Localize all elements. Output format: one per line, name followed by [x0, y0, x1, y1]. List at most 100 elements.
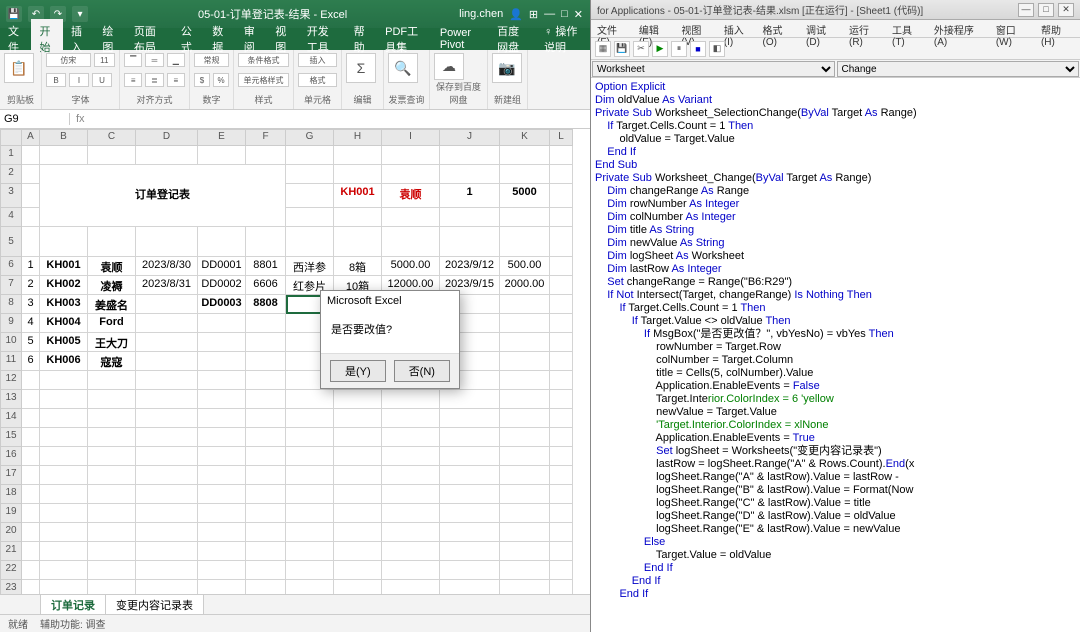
table-header[interactable]: 订单编号	[198, 227, 246, 257]
table-cell[interactable]: KH006	[40, 352, 88, 371]
cell[interactable]	[40, 390, 88, 409]
underline-button[interactable]: U	[92, 73, 112, 87]
camera-button[interactable]: 📷	[492, 53, 522, 83]
cell[interactable]	[88, 466, 136, 485]
row-header[interactable]: 7	[0, 276, 22, 295]
font-size-select[interactable]: 11	[94, 53, 115, 67]
cell[interactable]	[440, 523, 500, 542]
cell[interactable]	[382, 146, 440, 165]
edit-button[interactable]: Σ	[346, 53, 376, 83]
table-header[interactable]: 交货日期	[440, 227, 500, 257]
cell[interactable]	[286, 504, 334, 523]
row-header[interactable]: 18	[0, 485, 22, 504]
cell[interactable]	[550, 523, 573, 542]
table-cell[interactable]: 2000.00	[500, 276, 550, 295]
row-header[interactable]: 3	[0, 184, 22, 208]
cell[interactable]	[382, 466, 440, 485]
paste-button[interactable]: 📋	[4, 53, 34, 83]
vbe-object-select[interactable]: Worksheet	[592, 61, 835, 77]
col-header[interactable]: C	[88, 129, 136, 146]
table-cell[interactable]: DD0003	[198, 295, 246, 314]
vbe-tb-cut-icon[interactable]: ✂	[633, 41, 649, 57]
cell[interactable]	[382, 561, 440, 580]
row-header[interactable]: 22	[0, 561, 22, 580]
cell[interactable]	[246, 390, 286, 409]
table-cell[interactable]: 2023/8/30	[136, 257, 198, 276]
cell[interactable]	[382, 504, 440, 523]
insert-cells-button[interactable]: 插入	[298, 53, 337, 67]
row-header[interactable]: 2	[0, 165, 22, 184]
query-value[interactable]: KH001	[334, 184, 382, 208]
col-header[interactable]: E	[198, 129, 246, 146]
cell[interactable]	[88, 428, 136, 447]
vbe-menu-item[interactable]: 外接程序(A)	[934, 22, 986, 35]
col-header[interactable]: H	[334, 129, 382, 146]
row-header[interactable]: 6	[0, 257, 22, 276]
cell[interactable]	[286, 561, 334, 580]
vbe-menu-item[interactable]: 编辑(E)	[639, 22, 671, 35]
cell[interactable]	[246, 409, 286, 428]
currency-icon[interactable]: $	[194, 73, 210, 87]
table-cell[interactable]: 8箱	[334, 257, 382, 276]
worksheet-grid[interactable]: ABCDEFGHIJKL 12客户编号客户订单笔数订单总金3订单登记表客户查询K…	[0, 129, 591, 611]
cell[interactable]	[136, 504, 198, 523]
table-cell[interactable]: 4	[22, 314, 40, 333]
cell[interactable]	[198, 485, 246, 504]
cell[interactable]	[500, 542, 550, 561]
col-header[interactable]: I	[382, 129, 440, 146]
cell[interactable]	[382, 428, 440, 447]
cell[interactable]	[88, 561, 136, 580]
table-cell[interactable]: 500.00	[500, 257, 550, 276]
fx-icon[interactable]: fx	[70, 113, 91, 125]
table-cell[interactable]: KH003	[40, 295, 88, 314]
cell[interactable]	[334, 447, 382, 466]
table-header[interactable]: 客户	[88, 227, 136, 257]
cell[interactable]	[334, 542, 382, 561]
vbe-maximize-icon[interactable]: □	[1038, 3, 1054, 17]
col-header[interactable]: A	[22, 129, 40, 146]
table-cell[interactable]	[198, 314, 246, 333]
cell[interactable]	[334, 561, 382, 580]
percent-icon[interactable]: %	[213, 73, 229, 87]
table-cell[interactable]: 王大刀	[88, 333, 136, 352]
row-header[interactable]: 20	[0, 523, 22, 542]
row-header[interactable]: 11	[0, 352, 22, 371]
cell[interactable]	[286, 447, 334, 466]
cell[interactable]	[198, 409, 246, 428]
cell[interactable]	[382, 542, 440, 561]
sheet-tab[interactable]: 变更内容记录表	[105, 594, 204, 616]
vbe-menu-item[interactable]: 工具(T)	[892, 22, 924, 35]
cell[interactable]	[334, 466, 382, 485]
table-cell[interactable]: DD0001	[198, 257, 246, 276]
table-cell[interactable]: 凌褥	[88, 276, 136, 295]
col-header[interactable]: L	[550, 129, 573, 146]
cell[interactable]	[550, 208, 573, 227]
table-cell[interactable]: 寇寇	[88, 352, 136, 371]
cell[interactable]	[246, 504, 286, 523]
cell[interactable]	[40, 466, 88, 485]
row-header[interactable]: 16	[0, 447, 22, 466]
cell[interactable]	[334, 523, 382, 542]
align-center-icon[interactable]: ≣	[145, 73, 163, 87]
vbe-tb-break-icon[interactable]: ⏸	[671, 41, 687, 57]
cell[interactable]	[198, 504, 246, 523]
cell[interactable]	[500, 485, 550, 504]
cell[interactable]	[22, 428, 40, 447]
cell[interactable]	[440, 390, 500, 409]
cell[interactable]	[334, 208, 382, 227]
cell[interactable]	[382, 447, 440, 466]
cell[interactable]	[500, 208, 550, 227]
cell[interactable]	[40, 371, 88, 390]
cell[interactable]	[136, 447, 198, 466]
cell[interactable]	[22, 542, 40, 561]
table-header[interactable]: 预估订单金额	[382, 227, 440, 257]
msgbox-no-button[interactable]: 否(N)	[394, 360, 450, 382]
cell[interactable]	[136, 390, 198, 409]
cell[interactable]	[88, 523, 136, 542]
invoice-button[interactable]: 🔍	[388, 53, 418, 83]
col-header[interactable]: B	[40, 129, 88, 146]
cell[interactable]	[246, 485, 286, 504]
cell[interactable]	[88, 390, 136, 409]
align-left-icon[interactable]: ≡	[124, 73, 142, 87]
cell[interactable]	[22, 504, 40, 523]
